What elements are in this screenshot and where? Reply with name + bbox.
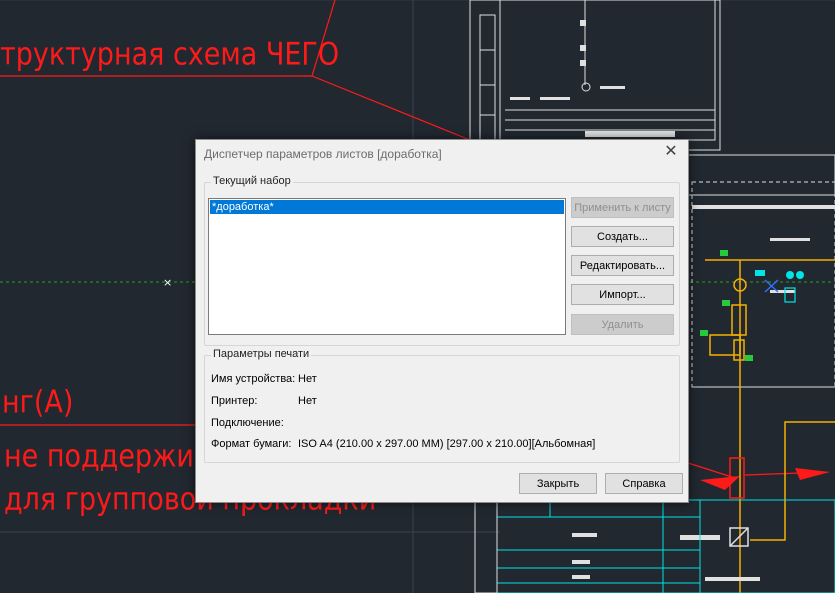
current-set-label: Текущий набор xyxy=(211,175,293,187)
device-name-label: Имя устройства: xyxy=(211,373,296,385)
help-button[interactable]: Справка xyxy=(605,473,683,494)
edit-button[interactable]: Редактировать... xyxy=(571,255,674,276)
apply-to-layout-button[interactable]: Применить к листу xyxy=(571,197,674,218)
cad-text-cable-type: нг(А) xyxy=(2,384,74,421)
print-params-label: Параметры печати xyxy=(211,348,312,360)
printer-value: Нет xyxy=(298,395,317,407)
close-button[interactable]: Закрыть xyxy=(519,473,597,494)
dialog-title: Диспетчер параметров листов [доработка] xyxy=(204,147,442,161)
device-name-value: Нет xyxy=(298,373,317,385)
list-item[interactable]: *доработка* xyxy=(210,200,564,214)
close-icon[interactable]: ✕ xyxy=(662,143,680,161)
paper-size-label: Формат бумаги: xyxy=(211,438,292,450)
page-setup-manager-dialog: Диспетчер параметров листов [доработка] … xyxy=(195,139,689,503)
printer-label: Принтер: xyxy=(211,395,258,407)
page-setups-list[interactable]: *доработка* xyxy=(208,198,566,335)
import-button[interactable]: Импорт... xyxy=(571,284,674,305)
delete-button[interactable]: Удалить xyxy=(571,314,674,335)
paper-size-value: ISO A4 (210.00 x 297.00 MM) [297.00 x 21… xyxy=(298,438,596,450)
connection-label: Подключение: xyxy=(211,417,284,429)
create-button[interactable]: Создать... xyxy=(571,226,674,247)
cad-text-structure-title: труктурная схема ЧЕГО xyxy=(0,36,340,73)
svg-text:×: × xyxy=(163,276,172,289)
